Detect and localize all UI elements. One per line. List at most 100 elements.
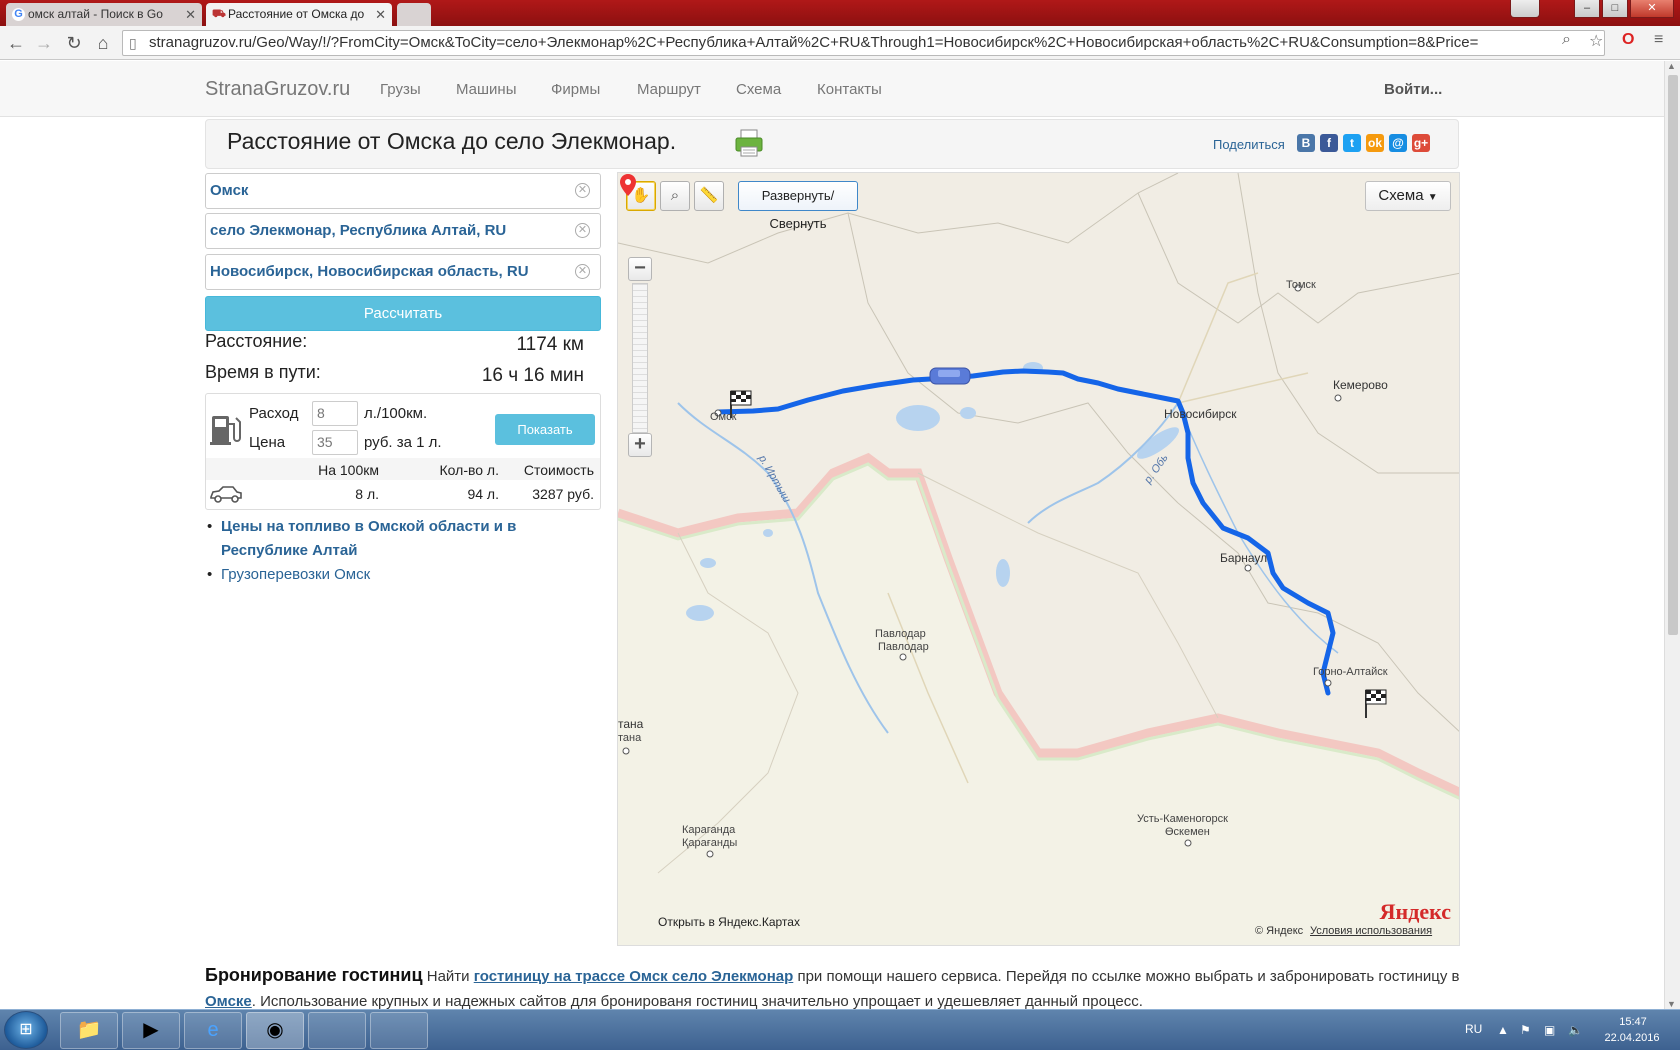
zoom-magnifier-icon[interactable]: ⌕ xyxy=(1562,31,1571,49)
fuel-prices-link[interactable]: Цены на топливо в Омской области и в Рес… xyxy=(221,518,516,559)
opera-extension-icon[interactable]: O xyxy=(1622,31,1634,49)
from-city-input[interactable]: Омск ✕ xyxy=(205,173,601,209)
map-label-ust-kamenogorsk: Усть-Каменогорск xyxy=(1137,813,1228,825)
browser-titlebar: G омск алтай - Поиск в Go ✕ ⛟ Расстояние… xyxy=(0,0,1680,26)
page-scrollbar[interactable]: ▲ ▼ xyxy=(1664,61,1680,1009)
consumption-label: Расход xyxy=(249,405,299,422)
through-city-input[interactable]: Новосибирск, Новосибирская область, RU ✕ xyxy=(205,254,601,290)
map-canvas[interactable] xyxy=(618,173,1460,946)
magnifier-zoom-icon[interactable]: ⌕ xyxy=(660,181,690,211)
value-cost: 3287 руб. xyxy=(532,486,594,502)
cargo-omsk-link[interactable]: Грузоперевозки Омск xyxy=(221,566,370,583)
tab-google-search[interactable]: G омск алтай - Поиск в Go ✕ xyxy=(6,3,202,26)
share-label: Поделиться xyxy=(1213,137,1285,152)
open-in-yandex-link[interactable]: Открыть в Яндекс.Картах xyxy=(658,915,800,929)
facebook-icon[interactable]: f xyxy=(1320,134,1338,152)
zoom-in-button[interactable]: + xyxy=(628,433,652,457)
related-links: Цены на топливо в Омской области и в Рес… xyxy=(205,515,605,587)
site-navbar: StranaGruzov.ru Грузы Машины Фирмы Маршр… xyxy=(0,61,1664,117)
mailru-icon[interactable]: @ xyxy=(1389,134,1407,152)
hotel-route-link[interactable]: гостиницу на трассе Омск село Элекмонар xyxy=(474,968,794,985)
to-city-input[interactable]: село Элекмонар, Республика Алтай, RU ✕ xyxy=(205,213,601,249)
login-link[interactable]: Войти... xyxy=(1384,81,1442,98)
map-label-astana: тана xyxy=(618,717,644,731)
clear-icon[interactable]: ✕ xyxy=(575,223,590,238)
map-type-dropdown[interactable]: Схема ▼ xyxy=(1365,181,1451,211)
back-arrow-icon[interactable]: ← xyxy=(6,33,26,53)
value-per-100km: 8 л. xyxy=(355,486,379,502)
nav-cargo[interactable]: Грузы xyxy=(380,81,421,98)
scroll-up-icon[interactable]: ▲ xyxy=(1667,61,1676,71)
google-plus-icon[interactable]: g+ xyxy=(1412,134,1430,152)
tray-expand-icon[interactable]: ▲ xyxy=(1497,1023,1509,1037)
zoom-slider[interactable] xyxy=(632,283,648,433)
nav-firms[interactable]: Фирмы xyxy=(551,81,600,98)
google-g-icon: G xyxy=(12,8,25,21)
language-indicator[interactable]: RU xyxy=(1465,1022,1482,1036)
fuel-table-header: На 100км Кол-во л. Стоимость xyxy=(206,458,600,480)
price-unit: руб. за 1 л. xyxy=(364,434,442,451)
media-player-icon[interactable]: ▶ xyxy=(122,1012,180,1049)
ruler-icon[interactable]: 📏 xyxy=(694,181,724,211)
maximize-icon[interactable]: □ xyxy=(1602,0,1628,18)
browser-toolbar: ← → ↻ ⌂ ▯ stranagruzov.ru/Geo/Way/!/?Fro… xyxy=(0,26,1680,60)
nav-route[interactable]: Маршрут xyxy=(637,81,701,98)
action-center-icon[interactable]: ⚑ xyxy=(1520,1023,1531,1037)
reload-icon[interactable]: ↻ xyxy=(64,33,84,53)
network-icon[interactable]: ▣ xyxy=(1544,1023,1555,1037)
zoom-control: − + xyxy=(628,257,652,457)
hotel-omsk-link[interactable]: Омске xyxy=(205,993,252,1010)
start-button[interactable]: ⊞ xyxy=(4,1011,48,1049)
route-map[interactable]: Омск Новосибирск Томск Кемерово Барнаул … xyxy=(617,172,1460,946)
clear-icon[interactable]: ✕ xyxy=(575,183,590,198)
vk-icon[interactable]: B xyxy=(1297,134,1315,152)
close-tab-icon[interactable]: ✕ xyxy=(185,3,196,26)
zoom-out-button[interactable]: − xyxy=(628,257,652,281)
bookmark-star-icon[interactable]: ☆ xyxy=(1589,31,1603,51)
odnoklassniki-icon[interactable]: ok xyxy=(1366,134,1384,152)
close-tab-icon[interactable]: ✕ xyxy=(375,3,386,26)
profile-icon[interactable] xyxy=(1510,0,1540,18)
explorer-icon[interactable]: 📁 xyxy=(60,1012,118,1049)
twitter-icon[interactable]: t xyxy=(1343,134,1361,152)
minimize-icon[interactable]: – xyxy=(1574,0,1600,18)
nav-scheme[interactable]: Схема xyxy=(736,81,781,98)
chrome-icon[interactable]: ◉ xyxy=(246,1012,304,1049)
fuel-pump-icon xyxy=(210,416,241,445)
map-label-omsk: Омск xyxy=(710,411,737,423)
tab-distance-page[interactable]: ⛟ Расстояние от Омска до ✕ xyxy=(206,3,392,26)
clear-icon[interactable]: ✕ xyxy=(575,264,590,279)
volume-icon[interactable]: 🔈 xyxy=(1568,1023,1583,1037)
home-icon[interactable]: ⌂ xyxy=(93,33,113,53)
consumption-input[interactable]: 8 xyxy=(312,401,358,426)
close-window-icon[interactable]: ✕ xyxy=(1630,0,1674,18)
calculate-button[interactable]: Рассчитать xyxy=(205,296,601,331)
price-input[interactable]: 35 xyxy=(312,430,358,455)
forward-arrow-icon[interactable]: → xyxy=(34,33,54,53)
header-per-100km: На 100км xyxy=(318,462,379,478)
car-icon xyxy=(210,486,242,503)
header-cost: Стоимость xyxy=(523,462,594,478)
map-label-pavlodar-kz: Павлодар xyxy=(878,641,929,653)
through-city-value: Новосибирск, Новосибирская область, RU xyxy=(210,263,529,280)
scroll-down-icon[interactable]: ▼ xyxy=(1667,999,1676,1009)
nav-trucks[interactable]: Машины xyxy=(456,81,516,98)
nav-contacts[interactable]: Контакты xyxy=(817,81,882,98)
site-brand[interactable]: StranaGruzov.ru xyxy=(205,78,350,101)
menu-icon[interactable]: ≡ xyxy=(1654,31,1663,49)
new-tab-button[interactable] xyxy=(397,3,431,26)
printer-icon[interactable] xyxy=(734,128,764,158)
car-marker-icon xyxy=(929,367,971,385)
address-bar[interactable]: ▯ stranagruzov.ru/Geo/Way/!/?FromCity=Ом… xyxy=(122,30,1605,56)
clock-time[interactable]: 15:47 xyxy=(1603,1016,1663,1028)
show-button[interactable]: Показать xyxy=(495,414,595,445)
taskbar-window-button[interactable] xyxy=(308,1012,366,1049)
hotel-text: . Использование крупных и надежных сайто… xyxy=(251,993,1143,1010)
terms-link[interactable]: Условия использования xyxy=(1310,925,1432,937)
hotel-booking-section: Бронирование гостиниц Найти гостиницу на… xyxy=(205,963,1465,1014)
internet-explorer-icon[interactable]: e xyxy=(184,1012,242,1049)
scrollbar-thumb[interactable] xyxy=(1668,75,1678,635)
clock-date[interactable]: 22.04.2016 xyxy=(1596,1032,1668,1044)
expand-collapse-button[interactable]: Развернуть/Свернуть xyxy=(738,181,858,231)
taskbar-window-button[interactable] xyxy=(370,1012,428,1049)
